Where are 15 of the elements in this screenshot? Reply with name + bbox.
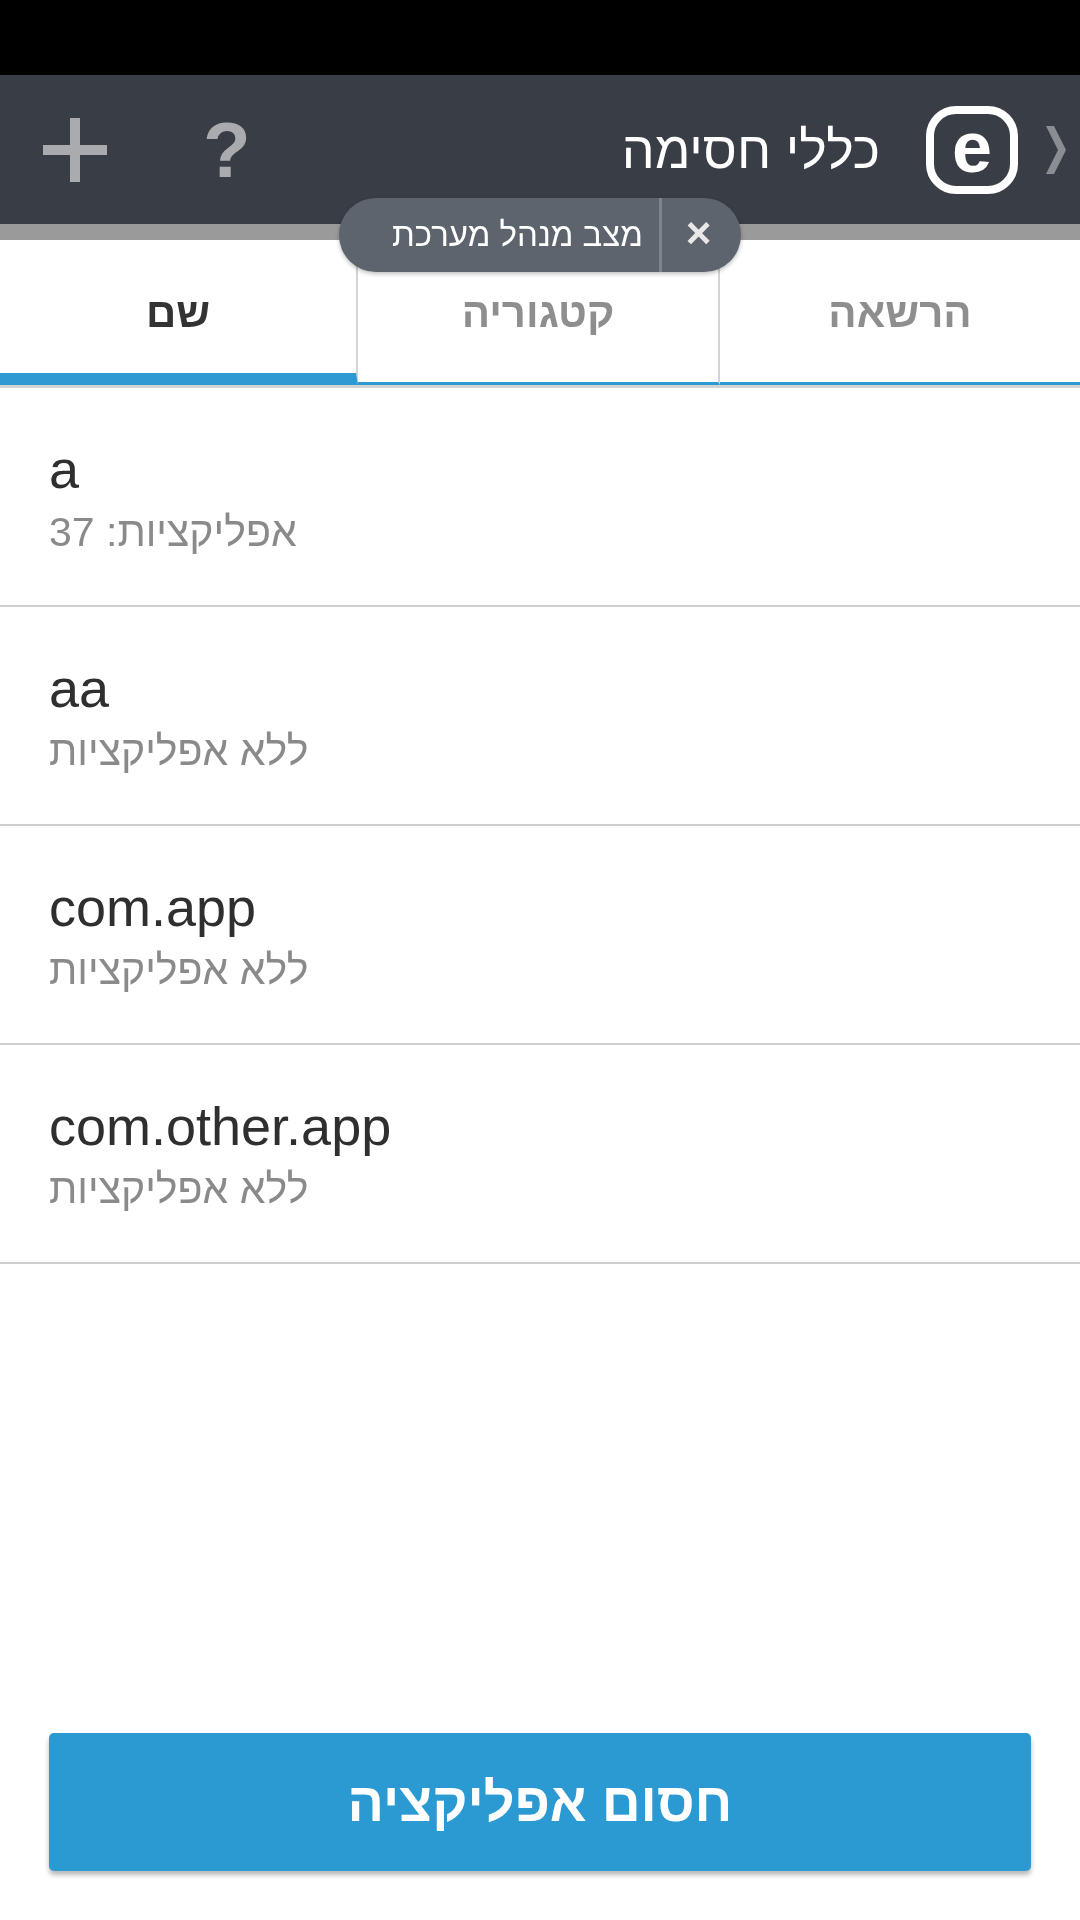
rule-detail: ללא אפליקציות [49, 1165, 309, 1215]
rule-name: aa [49, 657, 110, 720]
screen-title: כללי חסימה [621, 119, 880, 180]
close-button[interactable]: × [659, 198, 741, 272]
rule-detail: אפליקציות: 37 [49, 508, 297, 558]
rule-name: com.other.app [49, 1095, 392, 1158]
chevron-icon[interactable] [1046, 125, 1066, 174]
rule-detail: ללא אפליקציות [49, 946, 309, 996]
help-button[interactable]: ? [203, 110, 251, 189]
rule-name: com.app [49, 876, 257, 939]
add-button[interactable] [43, 117, 107, 182]
rule-name: a [49, 438, 80, 501]
logo: e [926, 105, 1018, 194]
plus-icon [43, 117, 107, 182]
rule-detail: ללא אפליקציות [49, 727, 309, 777]
